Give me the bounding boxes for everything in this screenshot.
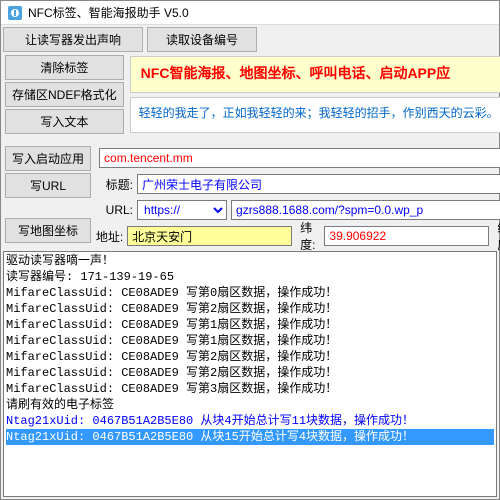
- addr-label: 地址:: [95, 228, 127, 245]
- log-line: MifareClassUid: CE08ADE9 写第0扇区数据，操作成功！: [6, 285, 494, 301]
- log-line: 驱动读写器嘀一声！: [6, 253, 494, 269]
- sound-button[interactable]: 让读写器发出声响: [3, 27, 143, 52]
- write-url-button[interactable]: 写URL: [5, 173, 91, 198]
- log-line: MifareClassUid: CE08ADE9 写第1扇区数据，操作成功！: [6, 317, 494, 333]
- banner-text: NFC智能海报、地图坐标、呼叫电话、启动APP应: [130, 56, 500, 93]
- write-text-button[interactable]: 写入文本: [5, 109, 124, 134]
- ndef-format-button[interactable]: 存储区NDEF格式化: [5, 82, 124, 107]
- log-line: 请刷有效的电子标签: [6, 397, 494, 413]
- read-device-id-button[interactable]: 读取设备编号: [147, 27, 257, 52]
- protocol-select[interactable]: https://: [137, 200, 227, 220]
- log-area[interactable]: 驱动读写器嘀一声！读写器编号: 171-139-19-65MifareClass…: [3, 251, 497, 497]
- title-label: 标题:: [95, 176, 137, 193]
- log-line: MifareClassUid: CE08ADE9 写第1扇区数据，操作成功！: [6, 333, 494, 349]
- titlebar: NFC标签、智能海报助手 V5.0: [1, 1, 499, 25]
- poem-text: 轻轻的我走了，正如我轻轻的来；我轻轻的招手，作别西天的云彩。: [130, 97, 500, 134]
- address-input[interactable]: [127, 226, 292, 246]
- clear-tag-button[interactable]: 清除标签: [5, 55, 124, 80]
- write-app-button[interactable]: 写入启动应用: [5, 146, 91, 171]
- write-map-button[interactable]: 写地图坐标: [5, 218, 91, 243]
- url-input[interactable]: [231, 200, 500, 220]
- log-line: Ntag21xUid: 0467B51A2B5E80 从块15开始总计写4块数据…: [6, 429, 494, 445]
- url-label: URL:: [95, 203, 137, 217]
- log-line: MifareClassUid: CE08ADE9 写第2扇区数据，操作成功！: [6, 365, 494, 381]
- log-line: MifareClassUid: CE08ADE9 写第2扇区数据，操作成功！: [6, 301, 494, 317]
- lat-label: 纬度:: [296, 219, 324, 253]
- log-line: Ntag21xUid: 0467B51A2B5E80 从块4开始总计写11块数据…: [6, 413, 494, 429]
- app-window: NFC标签、智能海报助手 V5.0 让读写器发出声响 读取设备编号 清除标签 存…: [0, 0, 500, 500]
- window-title: NFC标签、智能海报助手 V5.0: [28, 4, 189, 21]
- lon-label: 经度:: [493, 219, 500, 253]
- app-icon: [7, 5, 23, 21]
- log-line: 读写器编号: 171-139-19-65: [6, 269, 494, 285]
- app-package-input[interactable]: [99, 148, 500, 168]
- title-input[interactable]: [137, 174, 500, 194]
- log-line: MifareClassUid: CE08ADE9 写第3扇区数据，操作成功！: [6, 381, 494, 397]
- log-line: MifareClassUid: CE08ADE9 写第2扇区数据，操作成功！: [6, 349, 494, 365]
- latitude-input[interactable]: [324, 226, 489, 246]
